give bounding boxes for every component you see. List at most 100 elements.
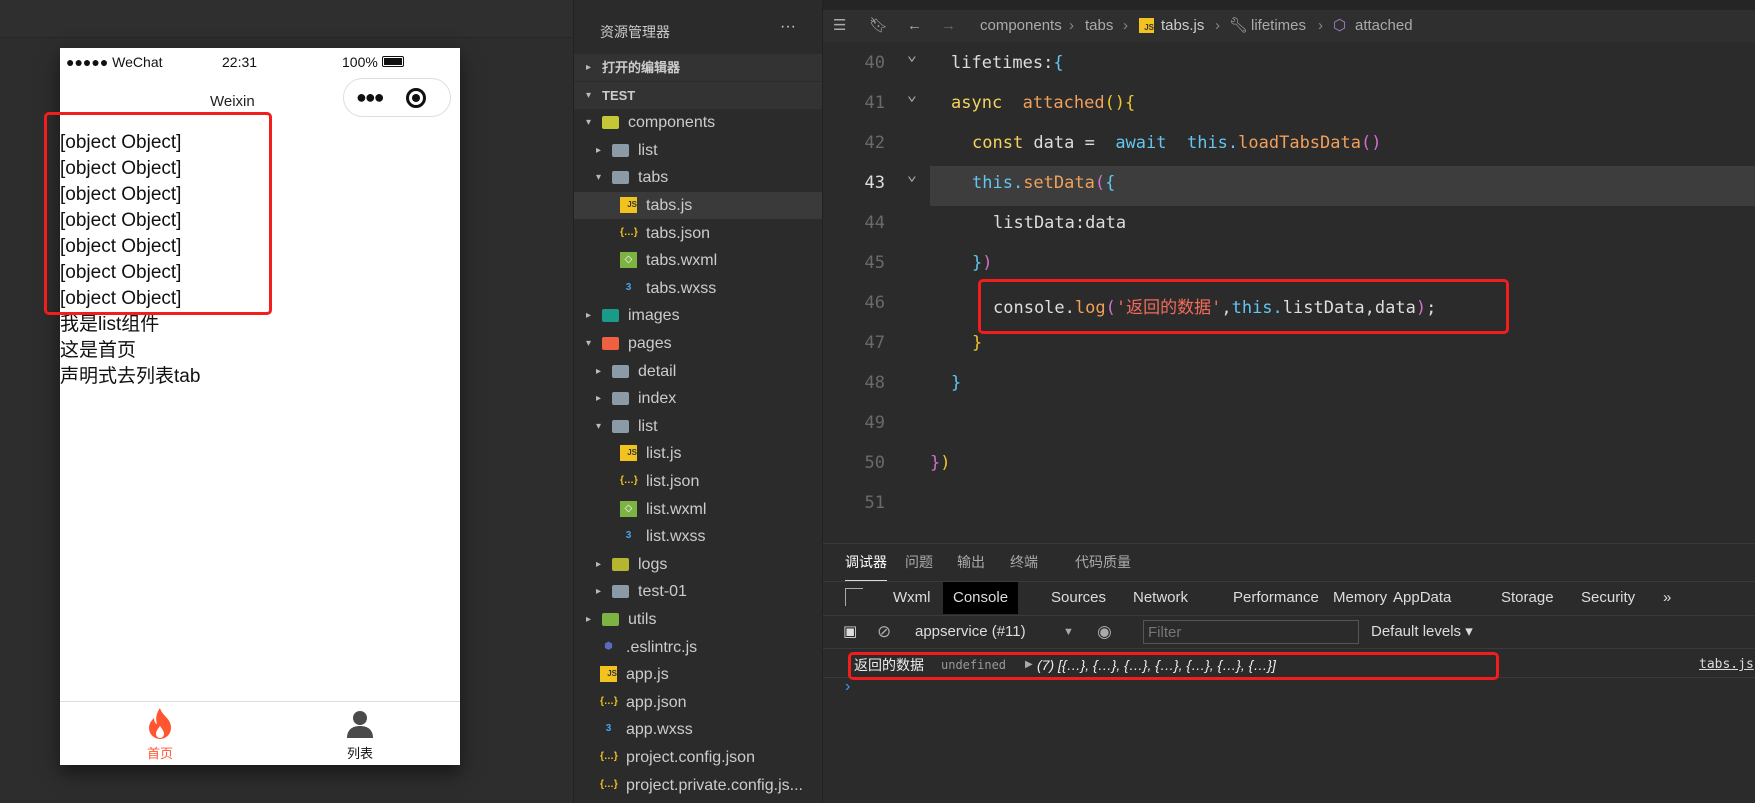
tree-item-label: project.config.json xyxy=(626,749,755,766)
chevron-down-icon[interactable]: ▾ xyxy=(586,109,591,136)
clear-console-icon[interactable]: ⊘ xyxy=(877,616,891,648)
tree-item[interactable]: JS list.js xyxy=(574,440,822,467)
tree-item[interactable]: ◇ tabs.wxml xyxy=(574,247,822,274)
code-token: () xyxy=(1104,93,1126,113)
devtools-tab[interactable]: Network xyxy=(1123,582,1198,614)
tree-item[interactable]: ▾ list xyxy=(574,413,822,440)
panel-tab[interactable]: 调试器 xyxy=(845,552,887,581)
sidebar-toggle-icon[interactable]: ▣ xyxy=(843,616,857,648)
tree-item-label: list.json xyxy=(646,473,700,490)
tree-item[interactable]: {…} list.json xyxy=(574,468,822,495)
fold-chevron-icon[interactable]: ⌄ xyxy=(855,45,917,65)
crumb-lifetimes[interactable]: lifetimes xyxy=(1251,10,1306,42)
tree-item[interactable]: ▸ index xyxy=(574,385,822,412)
tab-home-label: 首页 xyxy=(146,746,173,761)
menu-capsule[interactable]: ●●● xyxy=(343,78,451,117)
tree-item[interactable]: 3 list.wxss xyxy=(574,523,822,550)
tree-item[interactable]: ▾ tabs xyxy=(574,164,822,191)
devtools-tab[interactable]: Wxml xyxy=(883,582,941,614)
panel-tab[interactable]: 代码质量 xyxy=(1075,552,1131,572)
inspect-icon[interactable] xyxy=(845,588,863,606)
css-file-icon: 3 xyxy=(625,281,632,293)
devtools-tab[interactable]: AppData xyxy=(1383,582,1461,614)
more-actions-icon[interactable]: ··· xyxy=(780,18,796,36)
chevron-right-icon[interactable]: ▸ xyxy=(586,606,591,633)
devtools-tab[interactable]: Storage xyxy=(1491,582,1564,614)
log-source-link[interactable]: tabs.js xyxy=(1699,652,1754,678)
code-token: ) xyxy=(940,453,951,473)
tree-item[interactable]: {…} project.private.config.js... xyxy=(574,772,822,799)
crumb-attached[interactable]: attached xyxy=(1355,10,1413,42)
chevron-right-icon[interactable]: ▸ xyxy=(596,385,601,412)
tab-home[interactable]: 首页 xyxy=(60,702,260,766)
tree-item[interactable]: ▸ images xyxy=(574,302,822,329)
css-file-icon: 3 xyxy=(605,723,612,735)
tree-item[interactable]: ▾ TEST xyxy=(574,81,822,109)
tree-item[interactable]: 3 app.wxss xyxy=(574,716,822,743)
code-line: } xyxy=(951,373,961,393)
wrench-icon: 🔧︎ xyxy=(1229,17,1249,34)
chevron-right-icon[interactable]: ▸ xyxy=(586,302,591,329)
highlight-box xyxy=(848,652,1499,680)
bookmark-icon[interactable]: 🔖︎ xyxy=(869,10,888,42)
more-icon[interactable]: ●●● xyxy=(356,87,385,108)
log-levels-select[interactable]: Default levels ▾ xyxy=(1371,616,1473,648)
back-icon[interactable]: ← xyxy=(907,10,922,42)
chevron-down-icon[interactable]: ▾ xyxy=(596,413,601,440)
code-token: const xyxy=(972,133,1024,153)
forward-icon[interactable]: → xyxy=(941,10,956,42)
chevron-down-icon[interactable]: ▾ xyxy=(586,82,591,109)
chevron-down-icon[interactable]: ▾ xyxy=(586,330,591,357)
context-dropdown-icon[interactable]: ▼ xyxy=(1063,616,1074,648)
context-select[interactable]: appservice (#11) xyxy=(915,616,1026,648)
devtools-tab[interactable]: Sources xyxy=(1041,582,1116,614)
chevron-right-icon[interactable]: ▸ xyxy=(596,358,601,385)
chevron-right-icon[interactable]: ▸ xyxy=(586,54,591,81)
panel-tab[interactable]: 终端 xyxy=(1010,552,1038,572)
tree-item[interactable]: ▸ detail xyxy=(574,358,822,385)
tree-item[interactable]: ◇ list.wxml xyxy=(574,496,822,523)
filter-input[interactable] xyxy=(1143,620,1359,644)
fold-chevron-icon[interactable]: ⌄ xyxy=(855,85,917,105)
panel-tab[interactable]: 问题 xyxy=(905,552,933,572)
tree-item-label: utils xyxy=(628,611,657,628)
tree-item[interactable]: ▸ 打开的编辑器 xyxy=(574,54,822,81)
tree-item[interactable]: JS tabs.js xyxy=(574,192,822,219)
tree-item[interactable]: {…} app.json xyxy=(574,689,822,716)
outline-icon[interactable]: ☰ xyxy=(833,10,846,42)
chevron-right-icon[interactable]: ▸ xyxy=(596,578,601,605)
json-file-icon: {…} xyxy=(620,475,638,486)
fold-chevron-icon[interactable]: ⌄ xyxy=(855,165,917,185)
devtools-tab[interactable]: Security xyxy=(1571,582,1645,614)
chevron-down-icon[interactable]: ▾ xyxy=(596,164,601,191)
debug-panel: 调试器 问题 输出 终端 代码质量 Wxml Console Sources Network P… xyxy=(823,543,1755,803)
tree-item[interactable]: {…} project.config.json xyxy=(574,744,822,771)
tree-item[interactable]: {…} tabs.json xyxy=(574,220,822,247)
tree-item-label: list.js xyxy=(646,445,682,463)
eye-icon[interactable]: ◉ xyxy=(1097,616,1112,648)
crumb-tabs[interactable]: tabs xyxy=(1085,10,1113,42)
panel-tab[interactable]: 输出 xyxy=(957,552,985,572)
chevron-right-icon[interactable]: ▸ xyxy=(596,551,601,578)
console-prompt[interactable]: › xyxy=(845,678,850,696)
record-icon[interactable] xyxy=(406,88,426,108)
code-token: this. xyxy=(972,173,1024,193)
tree-item[interactable]: ▸ utils xyxy=(574,606,822,633)
tab-list[interactable]: 列表 xyxy=(260,702,460,766)
tree-item[interactable]: ▾ pages xyxy=(574,330,822,357)
crumb-components[interactable]: components xyxy=(980,10,1062,42)
chevron-right-icon[interactable]: ▸ xyxy=(596,137,601,164)
tree-item[interactable]: JS app.js xyxy=(574,661,822,688)
tree-item[interactable]: ▸ list xyxy=(574,137,822,164)
tree-item[interactable]: ▸ test-01 xyxy=(574,578,822,605)
tree-item[interactable]: ▸ logs xyxy=(574,551,822,578)
chevron-icon: › xyxy=(1123,17,1128,34)
crumb-file[interactable]: tabs.js xyxy=(1161,10,1204,42)
tree-item[interactable]: ⬢ .eslintrc.js xyxy=(574,634,822,661)
tree-item[interactable]: 3 tabs.wxss xyxy=(574,275,822,302)
devtools-tab[interactable]: Performance xyxy=(1223,582,1329,614)
devtools-tab[interactable]: Console xyxy=(943,582,1019,614)
tree-item[interactable]: ▾ components xyxy=(574,109,822,136)
devtools-tab[interactable]: » xyxy=(1653,582,1681,614)
code-line: }) xyxy=(930,453,951,473)
